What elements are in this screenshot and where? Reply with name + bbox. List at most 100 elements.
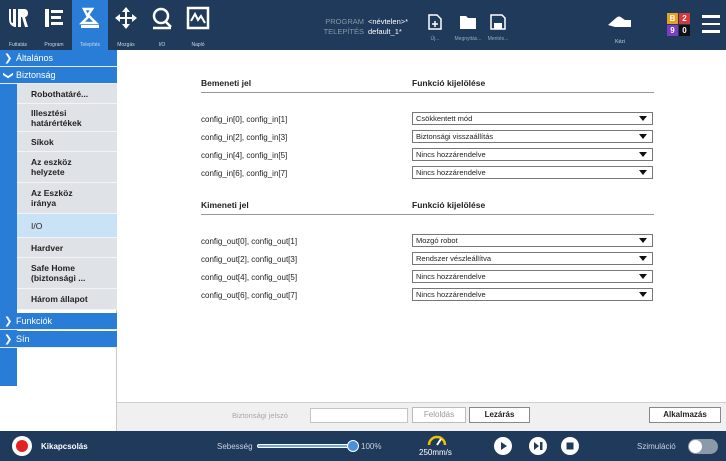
input-function-select-0[interactable]: Csökkentett mód — [412, 112, 653, 125]
sidebar-item-tool-direction[interactable]: Az Eszköz iránya — [17, 183, 117, 214]
save-file-label: Mentés... — [487, 36, 509, 42]
nav-move[interactable]: Mozgás — [108, 0, 144, 50]
ur-logo-icon — [9, 9, 28, 27]
dropdown-arrow-icon — [639, 256, 647, 261]
sidebar-item-joint-limits[interactable]: Illesztési határértékek — [17, 104, 117, 132]
chevron-right-icon: ❯ — [4, 53, 13, 64]
installation-icon — [78, 7, 100, 28]
simulation-label: Szimuláció — [637, 442, 676, 451]
dropdown-arrow-icon — [639, 238, 647, 243]
dropdown-arrow-icon — [639, 134, 647, 139]
open-file-label: Megnyitás... — [454, 36, 482, 42]
sidebar-item-safety[interactable]: ❯ Biztonság — [0, 67, 117, 84]
dropdown-arrow-icon — [639, 274, 647, 279]
step-button[interactable] — [529, 437, 547, 455]
power-off-label[interactable]: Kikapcsolás — [41, 442, 88, 451]
apply-button[interactable]: Alkalmazás — [649, 407, 721, 423]
input-signal-3: config_in[6], config_in[7] — [201, 169, 288, 178]
dropdown-arrow-icon — [639, 292, 647, 297]
chevron-down-icon: ❯ — [2, 71, 14, 80]
badge-2: 2 — [679, 13, 690, 24]
sidebar-item-hardware[interactable]: Hardver — [17, 238, 117, 258]
output-function-value-1: Rendszer vészleállítva — [416, 254, 492, 263]
unlock-button[interactable]: Feloldás — [412, 407, 466, 423]
hand-icon — [608, 16, 631, 27]
input-function-value-1: Biztonsági visszaállítás — [416, 132, 494, 141]
simulation-toggle[interactable] — [688, 439, 718, 454]
nav-program[interactable]: Program — [36, 0, 72, 50]
output-function-select-2[interactable]: Nincs hozzárendelve — [412, 270, 653, 283]
sidebar-item-tool-position[interactable]: Az eszköz helyzete — [17, 152, 117, 183]
sidebar: ❯ Általános ❯ Biztonság Robothatáré... I… — [0, 50, 117, 431]
new-file-label: Új... — [430, 36, 440, 42]
output-function-header: Funkció kijelölése — [412, 200, 486, 210]
output-function-value-3: Nincs hozzárendelve — [416, 290, 486, 299]
nav-log-label: Napló — [191, 42, 205, 48]
status-badge[interactable]: B 2 9 0 — [667, 13, 691, 37]
sidebar-item-rail[interactable]: ❯ Sín — [0, 331, 117, 348]
sidebar-item-functions[interactable]: ❯ Funkciók — [0, 313, 117, 330]
nav-installation[interactable]: Telepítés — [72, 0, 108, 50]
input-function-value-0: Csökkentett mód — [416, 114, 473, 123]
output-function-select-1[interactable]: Rendszer vészleállítva — [412, 252, 653, 265]
sidebar-item-three-position[interactable]: Három állapot — [17, 289, 117, 310]
move-icon — [115, 7, 137, 29]
nav-io[interactable]: I/O — [144, 0, 180, 50]
sidebar-item-functions-label: Funkciók — [16, 316, 53, 326]
open-file-button[interactable]: Megnyitás... — [454, 14, 482, 48]
output-function-value-0: Mozgó robot — [416, 236, 458, 245]
sidebar-item-safety-label: Biztonság — [16, 70, 56, 80]
stop-button[interactable] — [561, 437, 579, 455]
output-function-select-0[interactable]: Mozgó robot — [412, 234, 653, 247]
top-bar: Futtatás Program Telepítés Mozgás I/O Na… — [0, 0, 726, 50]
play-button[interactable] — [494, 437, 512, 455]
sidebar-item-io[interactable]: I/O — [17, 214, 117, 238]
play-icon — [501, 442, 507, 450]
input-function-value-2: Nincs hozzárendelve — [416, 150, 486, 159]
sidebar-item-general-label: Általános — [16, 53, 54, 63]
lock-button[interactable]: Lezárás — [469, 407, 530, 423]
program-icon — [45, 9, 63, 27]
sidebar-item-planes[interactable]: Síkok — [17, 132, 117, 152]
sidebar-item-general[interactable]: ❯ Általános — [0, 50, 117, 67]
badge-b: B — [667, 13, 678, 24]
hamburger-menu-icon[interactable] — [702, 15, 720, 33]
sidebar-item-robot-limits[interactable]: Robothatáré... — [17, 84, 117, 104]
input-header-divider — [201, 92, 654, 93]
footer-bar: Kikapcsolás Sebesség 100% 250mm/s Szimul… — [0, 431, 726, 461]
nav-run[interactable]: Futtatás — [0, 0, 36, 50]
output-function-select-3[interactable]: Nincs hozzárendelve — [412, 288, 653, 301]
input-function-select-1[interactable]: Biztonsági visszaállítás — [412, 130, 653, 143]
speed-slider[interactable] — [257, 444, 354, 448]
dropdown-arrow-icon — [639, 152, 647, 157]
output-signal-3: config_out[6], config_out[7] — [201, 291, 298, 300]
io-icon — [152, 7, 172, 30]
output-signal-0: config_out[0], config_out[1] — [201, 237, 298, 246]
output-signal-1: config_out[2], config_out[3] — [201, 255, 298, 264]
manual-mode-button[interactable]: Kézi — [600, 0, 640, 50]
input-function-value-3: Nincs hozzárendelve — [416, 168, 486, 177]
power-off-icon[interactable] — [12, 436, 32, 456]
new-file-button[interactable]: Új... — [421, 14, 449, 48]
output-signal-header: Kimeneti jel — [201, 200, 249, 210]
tcp-speed-value: 250mm/s — [419, 448, 452, 457]
sidebar-item-rail-label: Sín — [16, 334, 30, 344]
input-function-select-2[interactable]: Nincs hozzárendelve — [412, 148, 653, 161]
speed-slider-handle[interactable] — [347, 440, 359, 452]
badge-9: 9 — [667, 25, 678, 36]
safety-password-input[interactable] — [310, 408, 408, 423]
output-function-value-2: Nincs hozzárendelve — [416, 272, 486, 281]
save-file-button[interactable]: Mentés... — [484, 14, 512, 48]
input-signal-header: Bemeneti jel — [201, 78, 252, 88]
open-folder-icon — [460, 16, 476, 29]
manual-mode-label: Kézi — [615, 39, 625, 45]
sidebar-item-safe-home[interactable]: Safe Home (biztonsági ... — [17, 258, 117, 289]
step-icon — [534, 442, 543, 450]
badge-0: 0 — [679, 25, 690, 36]
input-signal-2: config_in[4], config_in[5] — [201, 151, 288, 160]
program-info: PROGRAM <névtelen>* TELEPÍTÉS default_1* — [318, 17, 408, 37]
nav-log[interactable]: Napló — [180, 0, 216, 50]
input-function-select-3[interactable]: Nincs hozzárendelve — [412, 166, 653, 179]
dropdown-arrow-icon — [639, 170, 647, 175]
log-icon — [186, 6, 210, 30]
